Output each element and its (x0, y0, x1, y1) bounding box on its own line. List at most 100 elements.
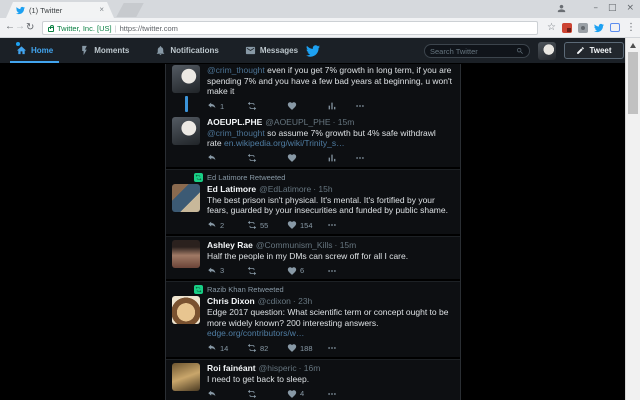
tweet[interactable]: @crim_thought even if you get 7% growth … (166, 64, 460, 115)
avatar[interactable] (172, 183, 200, 212)
secure-lock-icon[interactable] (48, 24, 54, 32)
tab-close-icon[interactable]: × (99, 6, 104, 14)
scroll-up-arrow[interactable] (630, 43, 636, 48)
reply-button[interactable]: 14 (207, 343, 247, 353)
user-handle[interactable]: @cdixon (258, 296, 291, 306)
new-tab-button[interactable] (116, 3, 144, 17)
retweet-button[interactable]: 82 (247, 343, 287, 353)
reply-button[interactable]: 1 (207, 101, 247, 111)
minimize-button[interactable]: – (593, 4, 598, 13)
tweet-button[interactable]: Tweet (564, 42, 624, 59)
browser-tab[interactable]: (1) Twitter × (6, 2, 114, 18)
extension-icon-red[interactable] (562, 22, 572, 33)
scrollbar-thumb[interactable] (628, 52, 638, 114)
timestamp[interactable]: · 15m (333, 117, 355, 127)
back-button[interactable]: ← (5, 22, 15, 32)
retweet-button[interactable]: 55 (247, 220, 287, 230)
page-scrollbar[interactable] (625, 38, 640, 400)
more-button[interactable] (327, 266, 337, 276)
mention-link[interactable]: @crim_thought (207, 128, 265, 138)
close-button[interactable]: × (626, 4, 634, 13)
retweet-button[interactable] (247, 101, 287, 111)
profile-avatar[interactable] (538, 42, 556, 60)
timestamp[interactable]: · 15h (313, 184, 332, 194)
chrome-profile-icon[interactable] (556, 3, 567, 14)
heart-icon (287, 344, 297, 352)
tweet[interactable]: Ashley Rae @Communism_Kills · 15m Half the… (166, 233, 460, 280)
nav-item-home[interactable]: Home (9, 38, 60, 63)
like-button[interactable] (287, 101, 327, 111)
analytics-button[interactable] (327, 101, 355, 111)
reply-button[interactable]: 2 (207, 220, 247, 230)
display-name[interactable]: Chris Dixon (207, 296, 255, 306)
retweet-button[interactable] (247, 266, 287, 276)
tweet-button-label: Tweet (589, 46, 612, 55)
analytics-button[interactable] (327, 153, 355, 163)
tweet[interactable]: Ed Latimore Retweeted Ed Latimore @EdLati… (166, 166, 460, 234)
avatar[interactable] (172, 239, 200, 268)
timestamp[interactable]: · 15m (335, 240, 357, 250)
more-dots-icon (356, 157, 364, 159)
browser-toolbar: ← → ↻ Twitter, Inc. [US] | https://twitt… (0, 18, 640, 38)
retweet-icon (247, 101, 257, 111)
retweet-icon (247, 220, 257, 230)
like-button[interactable] (287, 153, 327, 163)
retweet-button[interactable] (247, 389, 287, 399)
home-icon (16, 46, 27, 55)
url-separator: | (114, 23, 117, 33)
more-button[interactable] (355, 101, 365, 111)
reply-button[interactable] (207, 389, 247, 399)
maximize-button[interactable]: □ (608, 4, 617, 13)
nav-item-messages[interactable]: Messages (243, 38, 300, 63)
nav-item-label: Messages (259, 46, 299, 55)
more-button[interactable] (327, 220, 337, 230)
address-bar[interactable]: Twitter, Inc. [US] | https://twitter.com (42, 21, 538, 35)
more-button[interactable] (327, 389, 337, 399)
display-name[interactable]: AOEUPL.PHE (207, 117, 262, 127)
avatar[interactable] (172, 116, 200, 145)
like-button[interactable]: 154 (287, 220, 327, 230)
chrome-menu-icon[interactable]: ⋮ (626, 22, 636, 33)
reply-icon (208, 221, 216, 228)
url-text[interactable]: https://twitter.com (120, 24, 178, 33)
display-name[interactable]: Roi fainéant (207, 363, 256, 373)
user-handle[interactable]: @Communism_Kills (256, 240, 333, 250)
mention-link[interactable]: @crim_thought (207, 65, 265, 75)
user-handle[interactable]: @EdLatimore (259, 184, 311, 194)
more-button[interactable] (327, 343, 337, 353)
reply-button[interactable]: 3 (207, 266, 247, 276)
extension-icon-camera[interactable] (578, 22, 588, 33)
retweet-button[interactable] (247, 153, 287, 163)
avatar[interactable] (172, 296, 200, 324)
url-link[interactable]: en.wikipedia.org/wiki/Trinity_s… (224, 138, 345, 148)
timestamp[interactable]: · 23h (293, 296, 312, 306)
tweet[interactable]: AOEUPL.PHE @AOEUPL_PHE · 15m @crim_thought… (166, 115, 460, 167)
forward-button[interactable]: → (15, 22, 25, 32)
search-box[interactable] (424, 44, 530, 58)
extension-icon-screenshot[interactable] (610, 23, 620, 32)
avatar[interactable] (172, 362, 200, 391)
retweet-icon (247, 153, 257, 163)
more-button[interactable] (355, 153, 365, 163)
like-button[interactable]: 6 (287, 266, 327, 276)
user-handle[interactable]: @AOEUPL_PHE (265, 117, 330, 127)
user-handle[interactable]: @hisperic (259, 363, 297, 373)
bookmark-star-icon[interactable]: ☆ (547, 22, 556, 33)
twitter-logo[interactable] (306, 44, 321, 58)
tweet[interactable]: Razib Khan Retweeted Chris Dixon @cdixon ·… (166, 279, 460, 357)
like-button[interactable]: 4 (287, 389, 327, 399)
extension-icon-twitter[interactable] (594, 23, 604, 33)
display-name[interactable]: Ashley Rae (207, 240, 253, 250)
like-button[interactable]: 188 (287, 343, 327, 353)
tweet[interactable]: Roi fainéant @hisperic · 16m I need to get… (166, 356, 460, 400)
search-input[interactable] (430, 46, 516, 56)
url-link[interactable]: edge.org/contributors/w… (207, 328, 304, 338)
avatar[interactable] (172, 65, 200, 93)
certificate-label[interactable]: Twitter, Inc. [US] (57, 24, 112, 33)
nav-item-moments[interactable]: Moments (77, 38, 131, 63)
reply-button[interactable] (207, 153, 247, 163)
display-name[interactable]: Ed Latimore (207, 184, 256, 194)
timestamp[interactable]: · 16m (299, 363, 321, 373)
reload-button[interactable]: ↻ (26, 22, 34, 33)
nav-item-notifications[interactable]: Notifications (153, 38, 220, 63)
